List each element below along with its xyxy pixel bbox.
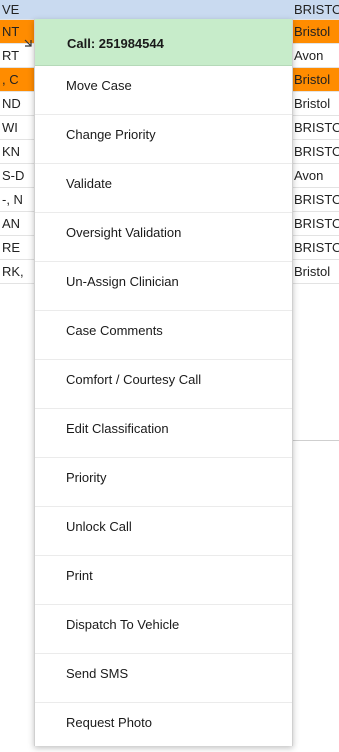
grid-cell: BRISTO [294, 144, 339, 159]
grid-cell: , C [2, 72, 19, 87]
grid-cell: AN [2, 216, 21, 231]
menu-item-unlock-call[interactable]: Unlock Call [35, 507, 292, 556]
menu-item-request-photo[interactable]: Request Photo [35, 703, 292, 752]
resize-handle-icon[interactable] [24, 34, 32, 47]
menu-item-label: Edit Classification [66, 421, 169, 436]
menu-item-print[interactable]: Print [35, 556, 292, 605]
grid-cell: RT [2, 48, 20, 63]
menu-item-priority[interactable]: Priority [35, 458, 292, 507]
menu-title: Call: 251984544 [35, 19, 292, 66]
menu-item-case-comments[interactable]: Case Comments [35, 311, 292, 360]
grid-cell: Bristol [294, 24, 331, 39]
grid-header-row[interactable]: VE BRISTO [0, 0, 339, 20]
menu-item-comfort-courtesy-call[interactable]: Comfort / Courtesy Call [35, 360, 292, 409]
menu-item-dispatch-to-vehicle[interactable]: Dispatch To Vehicle [35, 605, 292, 654]
grid-cell: Bristol [294, 72, 331, 87]
menu-item-label: Priority [66, 470, 107, 485]
grid-cell: WI [2, 120, 18, 135]
grid-cell: VE [2, 2, 20, 17]
menu-item-label: Request Photo [66, 715, 153, 730]
grid-cell: RK, [2, 264, 24, 279]
menu-item-change-priority[interactable]: Change Priority [35, 115, 292, 164]
menu-item-label: Validate [66, 176, 113, 191]
menu-item-edit-classification[interactable]: Edit Classification [35, 409, 292, 458]
grid-cell: KN [2, 144, 21, 159]
grid-cell: Avon [294, 48, 324, 63]
menu-item-label: Change Priority [66, 127, 156, 142]
menu-item-label: Comfort / Courtesy Call [66, 372, 202, 387]
grid-cell: S-D [2, 168, 25, 183]
grid-cell: Bristol [294, 264, 331, 279]
grid-cell: RE [2, 240, 21, 255]
menu-item-label: Send SMS [66, 666, 129, 681]
menu-item-label: Oversight Validation [66, 225, 182, 240]
grid-cell: BRISTO [294, 240, 339, 255]
call-context-menu: Call: 251984544 Move Case Change Priorit… [34, 19, 293, 746]
grid-cell: Avon [294, 168, 324, 183]
menu-item-label: Move Case [66, 78, 132, 93]
grid-cell: -, N [2, 192, 23, 207]
menu-item-label: Print [66, 568, 93, 583]
grid-cell: BRISTO [294, 120, 339, 135]
grid-cell: ND [2, 96, 21, 111]
menu-item-oversight-validation[interactable]: Oversight Validation [35, 213, 292, 262]
menu-item-label: Un-Assign Clinician [66, 274, 179, 289]
menu-item-move-case[interactable]: Move Case [35, 66, 292, 115]
grid-cell: BRISTO [294, 2, 339, 17]
grid-cell: BRISTO [294, 216, 339, 231]
menu-item-label: Unlock Call [66, 519, 132, 534]
grid-bottom-divider [293, 440, 339, 441]
menu-item-label: Case Comments [66, 323, 163, 338]
menu-item-unassign-clinician[interactable]: Un-Assign Clinician [35, 262, 292, 311]
menu-item-validate[interactable]: Validate [35, 164, 292, 213]
menu-item-send-sms[interactable]: Send SMS [35, 654, 292, 703]
grid-cell: BRISTO [294, 192, 339, 207]
menu-item-label: Dispatch To Vehicle [66, 617, 180, 632]
grid-cell: Bristol [294, 96, 331, 111]
